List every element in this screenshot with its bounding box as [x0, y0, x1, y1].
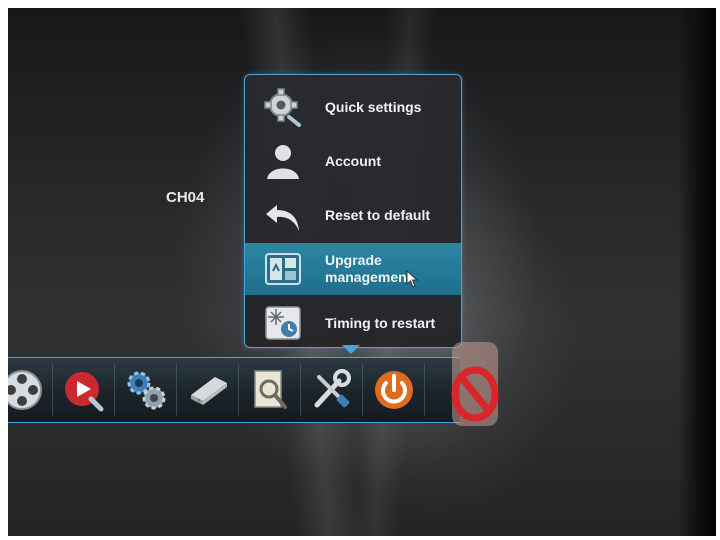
user-icon	[267, 145, 299, 179]
menu-item-label: Quick settings	[325, 98, 422, 115]
power-icon	[375, 371, 413, 409]
menu-item-upgrade-management[interactable]: Upgrade management	[245, 243, 461, 295]
tools-popup-menu: Quick settings Account Reset to default	[244, 74, 462, 348]
toolbar-button-record[interactable]	[8, 364, 53, 416]
menu-item-account[interactable]: Account	[245, 135, 461, 187]
prohibited-icon	[451, 342, 499, 426]
toolbar-button-storage[interactable]	[178, 364, 239, 416]
toolbar-button-tools[interactable]	[302, 364, 363, 416]
undo-arrow-icon	[266, 205, 299, 231]
upgrade-chip-icon	[265, 253, 301, 285]
main-toolbar	[8, 357, 460, 423]
menu-item-reset-to-default[interactable]: Reset to default	[245, 189, 461, 241]
tools-icon	[314, 369, 351, 408]
menu-item-label: Account	[325, 152, 381, 169]
hard-disk-icon	[191, 377, 227, 405]
timer-restart-icon	[265, 306, 301, 340]
menu-item-timing-to-restart[interactable]: Timing to restart	[245, 297, 461, 349]
dvr-screen: CH04 Quick settings Account Reset to def…	[8, 8, 716, 536]
menu-item-label: Timing to restart	[325, 314, 436, 331]
monitor-bezel	[678, 8, 716, 536]
toolbar-button-shutdown[interactable]	[364, 364, 425, 416]
toolbar-button-system[interactable]	[116, 364, 177, 416]
menu-item-quick-settings[interactable]: Quick settings	[245, 81, 461, 133]
gear-wrench-icon	[264, 88, 301, 127]
film-reel-icon	[8, 370, 42, 410]
system-gears-icon	[127, 371, 166, 410]
toolbar-button-info[interactable]	[240, 364, 301, 416]
search-document-icon	[254, 370, 287, 409]
menu-item-label: Reset to default	[325, 206, 431, 223]
popup-pointer	[342, 345, 360, 354]
toolbar-button-playback[interactable]	[54, 364, 115, 416]
playback-icon	[65, 372, 104, 412]
menu-item-label: Upgrade management	[325, 252, 412, 285]
channel-label: CH04	[166, 189, 205, 206]
mouse-cursor-icon	[406, 270, 419, 288]
